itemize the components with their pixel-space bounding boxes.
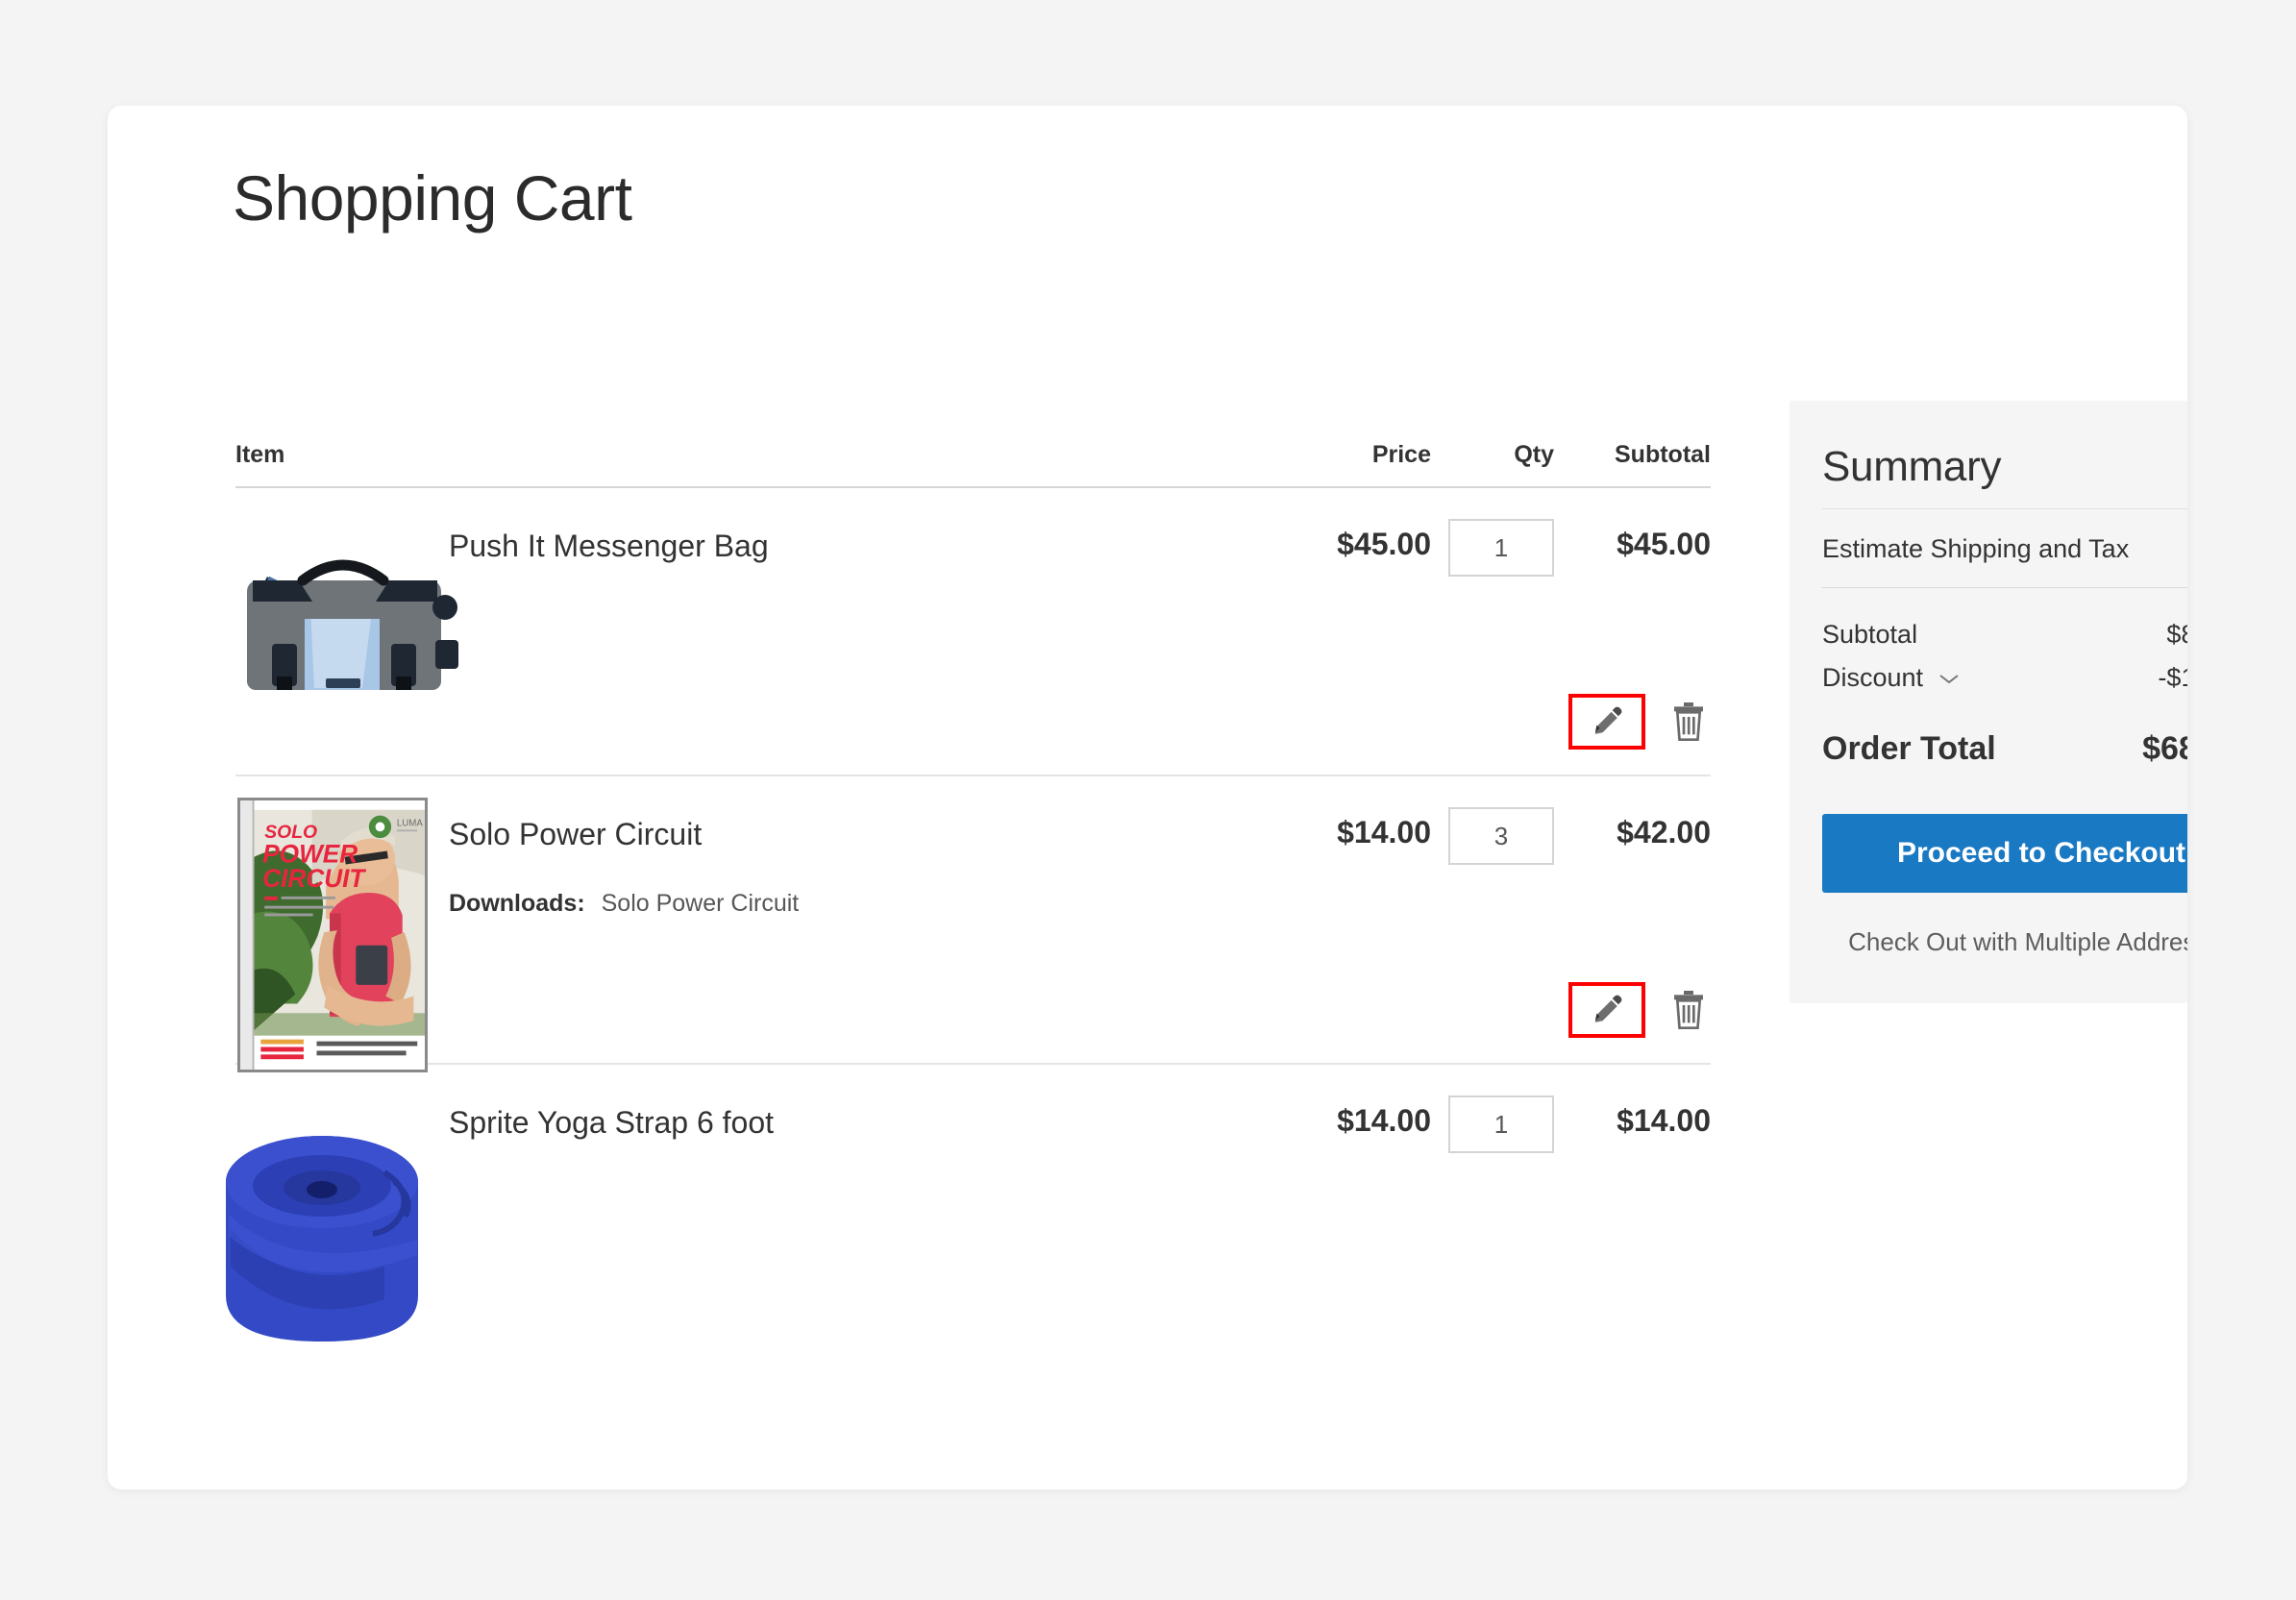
row-actions [1568,694,1711,750]
order-summary-panel: Summary Estimate Shipping and Tax Subtot… [1790,401,2187,1003]
page-title: Shopping Cart [233,162,632,234]
edit-item-highlight [1568,982,1645,1038]
trash-icon [1674,702,1703,741]
edit-item-button[interactable] [1589,992,1625,1028]
shopping-cart-card: Shopping Cart Item Price Qty Subtotal Pu… [108,106,2187,1489]
product-subtotal: $42.00 [1617,815,1711,849]
order-total-line: Order Total $684.80 [1822,730,2187,768]
cart-table-header: Item Price Qty Subtotal [235,404,1711,488]
chevron-down-icon[interactable] [1937,672,1962,685]
remove-item-button[interactable] [1666,985,1711,1035]
column-header-item: Item [235,441,285,468]
option-label: Downloads: [449,890,585,917]
row-actions [1568,982,1711,1038]
trash-icon [1674,991,1703,1029]
product-thumbnail[interactable] [226,1094,449,1342]
product-options: Downloads: Solo Power Circuit [449,890,799,918]
proceed-to-checkout-button[interactable]: Proceed to Checkout [1822,814,2187,893]
discount-label: Discount [1822,663,1924,692]
subtotal-line: Subtotal $856.00 [1822,613,2187,656]
cart-table: Item Price Qty Subtotal Push It Messenge… [226,404,1711,1353]
option-value: Solo Power Circuit [601,890,800,917]
edit-item-button[interactable] [1589,703,1625,740]
product-name[interactable]: Push It Messenger Bag [449,527,769,565]
pencil-icon [1594,706,1622,734]
discount-value: -$171.20 [2158,663,2187,692]
qty-input[interactable] [1448,519,1554,577]
order-total-label: Order Total [1822,730,1996,767]
svg-text:LUMA: LUMA [397,818,423,828]
remove-item-button[interactable] [1666,697,1711,747]
table-row: Push It Messenger Bag $45.00 $45.00 [235,488,1711,776]
product-thumbnail[interactable] [235,517,458,730]
table-row: Sprite Yoga Strap 6 foot $14.00 $14.00 [226,1065,1711,1353]
product-price: $45.00 [1337,527,1431,561]
product-name[interactable]: Solo Power Circuit [449,815,799,853]
column-header-subtotal: Subtotal [1615,441,1711,468]
check-out-with-multiple-addresses-link[interactable]: Check Out with Multiple Addresses [1822,927,2187,957]
edit-item-highlight [1568,694,1645,750]
column-header-qty: Qty [1514,441,1554,468]
table-row: SOLO POWER CIRCUIT LUMA Solo Power Circu… [235,776,1711,1072]
messenger-bag-icon [247,559,458,690]
product-name[interactable]: Sprite Yoga Strap 6 foot [449,1103,774,1142]
yoga-strap-icon [226,1136,418,1342]
estimate-shipping-and-tax-toggle[interactable]: Estimate Shipping and Tax [1822,509,2187,588]
solo-power-circuit-cover-icon: SOLO POWER CIRCUIT LUMA [237,798,428,1072]
discount-line: Discount -$171.20 [1822,656,2187,700]
svg-text:CIRCUIT: CIRCUIT [262,864,366,893]
product-thumbnail[interactable]: SOLO POWER CIRCUIT LUMA [235,798,449,1072]
qty-input[interactable] [1448,1095,1554,1153]
product-subtotal: $14.00 [1617,1103,1711,1138]
product-price: $14.00 [1337,815,1431,849]
pencil-icon [1594,995,1622,1022]
product-price: $14.00 [1337,1103,1431,1138]
product-subtotal: $45.00 [1617,527,1711,561]
estimate-shipping-label: Estimate Shipping and Tax [1822,534,2130,563]
subtotal-value: $856.00 [2166,620,2187,649]
qty-input[interactable] [1448,807,1554,865]
order-total-value: $684.80 [2142,730,2187,767]
summary-title: Summary [1822,443,2187,509]
column-header-price: Price [1371,441,1431,468]
summary-totals: Subtotal $856.00 Discount -$171.20 Order… [1822,588,2187,768]
subtotal-label: Subtotal [1822,620,1918,649]
